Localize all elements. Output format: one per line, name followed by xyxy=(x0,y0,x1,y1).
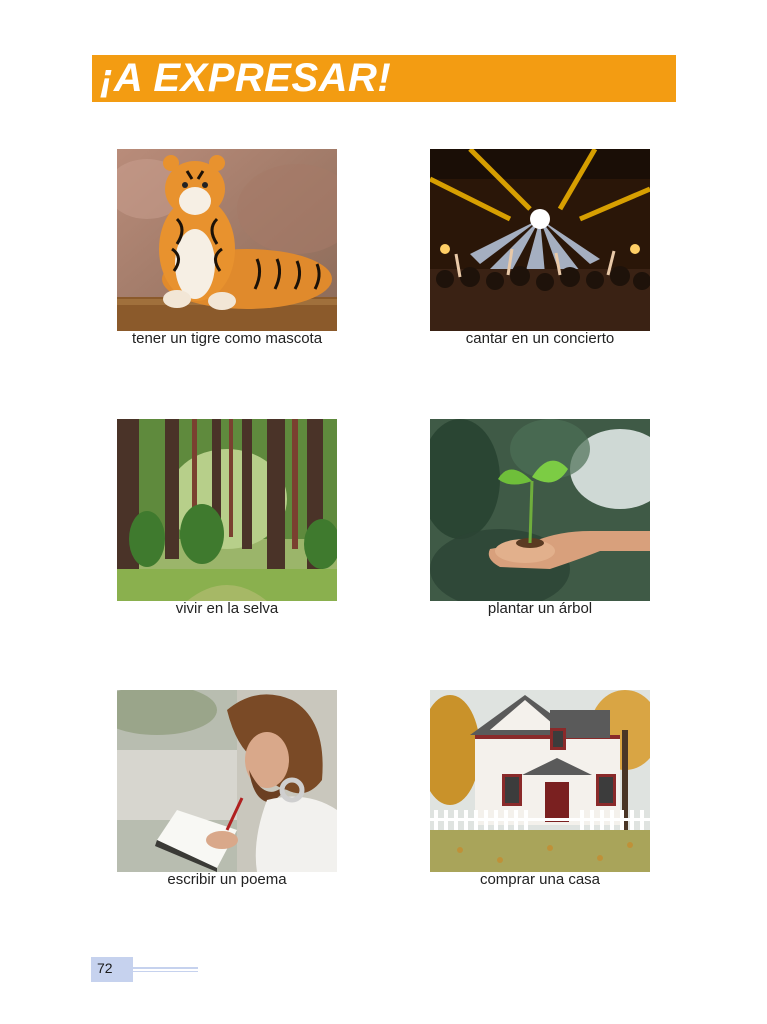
activity-card-poem: escribir un poema xyxy=(117,690,337,888)
page-number: 72 xyxy=(97,960,113,976)
forest-photo xyxy=(117,419,337,601)
activity-card-forest: vivir en la selva xyxy=(117,419,337,617)
caption: tener un tigre como mascota xyxy=(131,330,323,347)
activity-card-house: comprar una casa xyxy=(430,690,650,888)
footer-rule xyxy=(133,967,198,969)
caption: comprar una casa xyxy=(479,871,601,888)
concert-photo xyxy=(430,149,650,331)
house-photo xyxy=(430,690,650,872)
caption: vivir en la selva xyxy=(175,600,279,617)
activity-card-tiger: tener un tigre como mascota xyxy=(117,149,337,347)
title-banner: ¡A EXPRESAR! xyxy=(92,55,676,102)
footer-rule xyxy=(133,971,198,972)
caption: escribir un poema xyxy=(167,871,287,888)
activity-card-concert: cantar en un concierto xyxy=(430,149,650,347)
caption: cantar en un concierto xyxy=(465,330,615,347)
activity-card-seedling: plantar un árbol xyxy=(430,419,650,617)
seedling-photo xyxy=(430,419,650,601)
page-number-tab: 72 xyxy=(91,957,133,982)
page-title: ¡A EXPRESAR! xyxy=(100,56,392,100)
tiger-photo xyxy=(117,149,337,331)
writer-photo xyxy=(117,690,337,872)
caption: plantar un árbol xyxy=(487,600,593,617)
